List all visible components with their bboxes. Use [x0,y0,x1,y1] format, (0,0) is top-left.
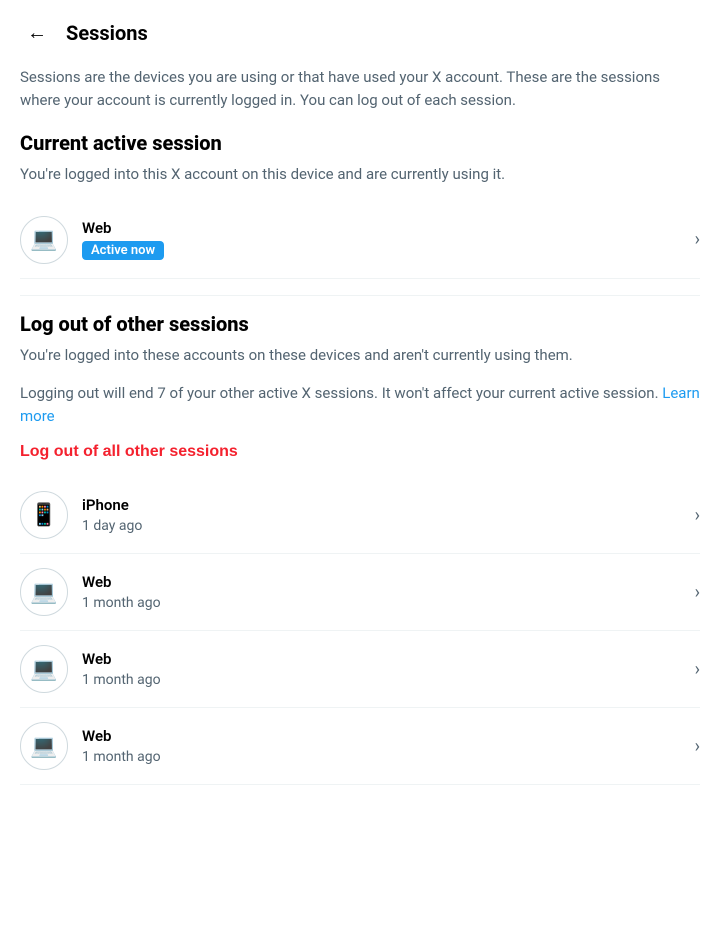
iphone-chevron-icon: › [695,505,700,526]
other-sessions-title: Log out of other sessions [20,312,700,336]
page-container: ← Sessions Sessions are the devices you … [0,0,720,801]
web1-icon-wrapper: 💻 [20,568,68,616]
page-title: Sessions [66,21,148,45]
current-session-info: Web Active now [82,219,687,261]
logout-warning-text: Logging out will end 7 of your other act… [20,384,659,402]
web2-session-info: Web 1 month ago [82,650,687,688]
current-session-chevron-icon: › [695,229,700,250]
back-arrow-icon: ← [27,23,47,43]
session-item-web-3[interactable]: 💻 Web 1 month ago › [20,708,700,785]
header: ← Sessions [20,16,700,50]
web2-icon-wrapper: 💻 [20,645,68,693]
iphone-icon-wrapper: 📱 [20,491,68,539]
logout-warning: Logging out will end 7 of your other act… [20,382,700,427]
intro-description: Sessions are the devices you are using o… [20,66,700,111]
web1-session-info: Web 1 month ago [82,573,687,611]
laptop-icon-1: 💻 [30,580,57,605]
web1-session-name: Web [82,573,687,593]
iphone-session-time: 1 day ago [82,518,687,534]
phone-icon: 📱 [30,503,57,528]
session-item-web-1[interactable]: 💻 Web 1 month ago › [20,554,700,631]
web3-chevron-icon: › [695,736,700,757]
current-session-name: Web [82,219,687,239]
back-button[interactable]: ← [20,16,54,50]
section-divider [20,295,700,296]
web3-session-info: Web 1 month ago [82,727,687,765]
current-device-icon-wrapper: 💻 [20,216,68,264]
iphone-session-name: iPhone [82,496,687,516]
current-session-item[interactable]: 💻 Web Active now › [20,202,700,279]
web3-icon-wrapper: 💻 [20,722,68,770]
session-item-iphone[interactable]: 📱 iPhone 1 day ago › [20,477,700,554]
laptop-icon: 💻 [30,227,57,252]
current-session-title: Current active session [20,131,700,155]
other-sessions-desc: You're logged into these accounts on the… [20,344,700,367]
session-item-web-2[interactable]: 💻 Web 1 month ago › [20,631,700,708]
web3-session-name: Web [82,727,687,747]
web1-chevron-icon: › [695,582,700,603]
logout-all-button[interactable]: Log out of all other sessions [20,443,238,461]
laptop-icon-3: 💻 [30,734,57,759]
web2-session-name: Web [82,650,687,670]
iphone-session-info: iPhone 1 day ago [82,496,687,534]
web2-session-time: 1 month ago [82,672,687,688]
current-session-desc: You're logged into this X account on thi… [20,163,700,186]
laptop-icon-2: 💻 [30,657,57,682]
web2-chevron-icon: › [695,659,700,680]
active-badge: Active now [82,241,164,260]
web1-session-time: 1 month ago [82,595,687,611]
web3-session-time: 1 month ago [82,749,687,765]
other-sessions-list: 📱 iPhone 1 day ago › 💻 Web 1 month ago ›… [20,477,700,785]
